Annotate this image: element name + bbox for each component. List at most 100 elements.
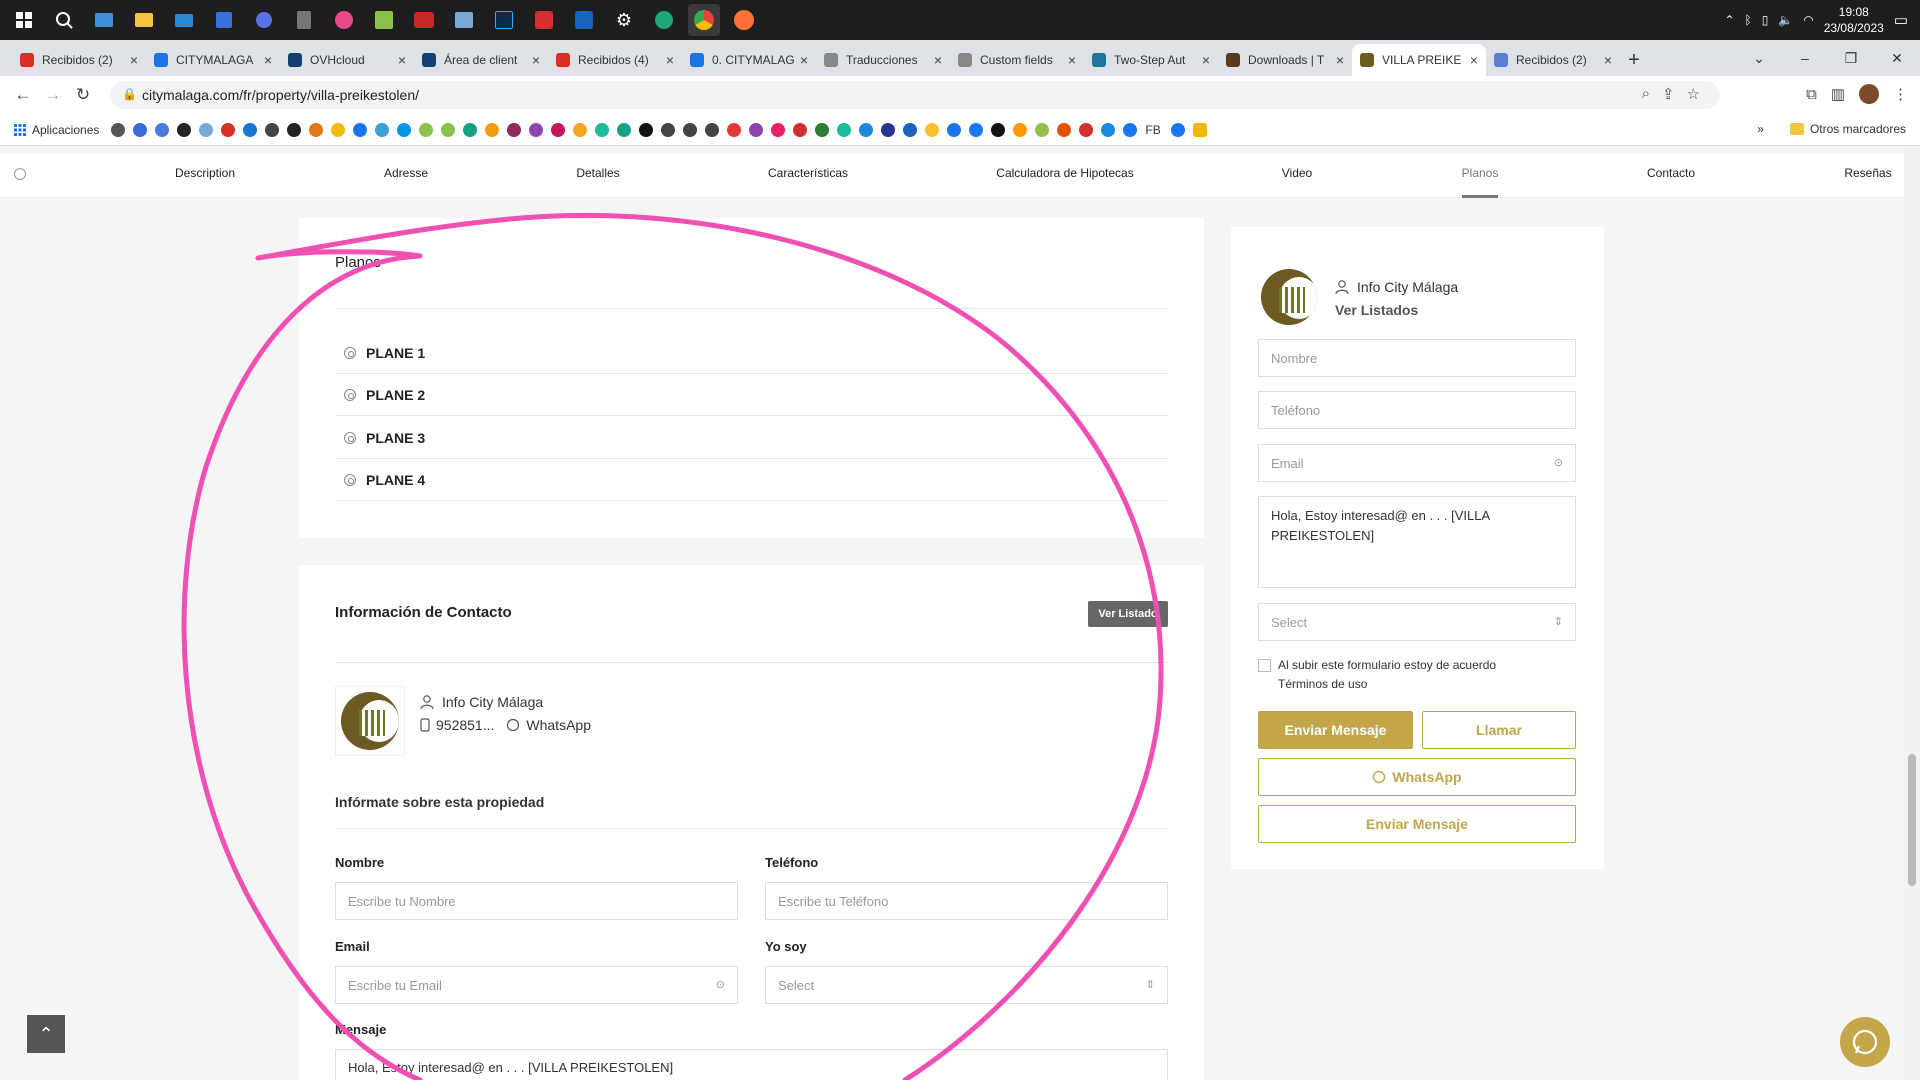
email-input[interactable]: Escribe tu Email ⊙ [335,966,738,1004]
sidebar-nombre-input[interactable]: Nombre [1258,339,1576,377]
reload-icon[interactable]: ↻ [68,80,98,110]
bookmark-favicon-icon[interactable] [573,122,588,137]
settings-gear-icon[interactable]: ⚙ [608,4,640,36]
nav-adresse[interactable]: Adresse [384,166,428,180]
plan-item[interactable]: PLANE 1 [336,332,1168,374]
zoom-icon[interactable]: ⌕ [1642,85,1650,103]
bookmark-favicon-icon[interactable] [771,122,786,137]
close-tab-icon[interactable]: × [1604,52,1612,68]
sidebar-select[interactable]: Select ⇕ [1258,603,1576,641]
nav-calculadora[interactable]: Calculadora de Hipotecas [996,166,1133,180]
store-icon[interactable] [208,4,240,36]
nombre-input[interactable]: Escribe tu Nombre [335,882,738,920]
browser-tab[interactable]: Custom fields × [950,44,1084,76]
close-tab-icon[interactable]: × [1068,52,1076,68]
ver-listado-button[interactable]: Ver Listado [1088,601,1168,627]
consent-checkbox[interactable] [1258,659,1271,672]
enviar-mensaje-button[interactable]: Enviar Mensaje [1258,711,1413,749]
bookmark-favicon-icon[interactable] [309,122,324,137]
back-icon[interactable]: ← [8,80,38,110]
browser-tab[interactable]: Two-Step Aut × [1084,44,1218,76]
bookmark-icon[interactable] [1192,122,1207,137]
bookmark-favicon-icon[interactable] [155,122,170,137]
nav-caracteristicas[interactable]: Características [768,166,848,180]
mensaje-textarea[interactable]: Hola, Estoy interesad@ en . . . [VILLA P… [335,1049,1168,1080]
target-icon[interactable] [14,168,26,180]
restore-icon[interactable]: ❐ [1828,40,1874,76]
sidebar-email-input[interactable]: Email ⊙ [1258,444,1576,482]
bookmark-favicon-icon[interactable] [221,122,236,137]
app-icon[interactable] [328,4,360,36]
bookmark-favicon-icon[interactable] [793,122,808,137]
nav-contacto[interactable]: Contacto [1647,166,1695,180]
other-bookmarks[interactable]: » Otros marcadores [1757,122,1906,136]
bookmark-favicon-icon[interactable] [243,122,258,137]
close-tab-icon[interactable]: × [934,52,942,68]
bookmark-favicon-icon[interactable] [375,122,390,137]
bluetooth-icon[interactable]: ᛒ [1745,13,1752,27]
bookmark-favicon-icon[interactable] [837,122,852,137]
bookmark-star-icon[interactable]: ☆ [1687,85,1700,103]
bookmark-favicon-icon[interactable] [815,122,830,137]
close-window-icon[interactable]: ✕ [1874,40,1920,76]
back-to-top-button[interactable]: ⌃ [27,1015,65,1053]
side-panel-icon[interactable]: ▥ [1831,85,1845,103]
share-icon[interactable]: ⇪ [1662,85,1675,103]
bookmark-favicon-icon[interactable] [551,122,566,137]
file-explorer-icon[interactable] [128,4,160,36]
agent-name[interactable]: Info City Málaga [442,694,543,710]
browser-tab[interactable]: Traducciones × [816,44,950,76]
terms-link[interactable]: Términos de uso [1278,677,1367,691]
sidebar-agent-logo[interactable] [1258,266,1320,328]
bookmark-favicon-icon[interactable] [265,122,280,137]
nav-resenas[interactable]: Reseñas [1844,166,1891,180]
nav-planos[interactable]: Planos [1462,166,1499,180]
ver-listados-link[interactable]: Ver Listados [1335,302,1418,318]
browser-tab[interactable]: Área de client × [414,44,548,76]
new-tab-button[interactable]: + [1620,44,1648,76]
bookmark-favicon-icon[interactable] [661,122,676,137]
browser-tab[interactable]: CITYMALAGA × [146,44,280,76]
close-tab-icon[interactable]: × [398,52,406,68]
calculator-icon[interactable] [288,4,320,36]
chrome-icon[interactable] [688,4,720,36]
browser-tab[interactable]: VILLA PREIKE × [1352,44,1486,76]
bookmark-favicon-icon[interactable] [1057,122,1072,137]
nav-video[interactable]: Video [1282,166,1312,180]
close-tab-icon[interactable]: × [666,52,674,68]
browser-tab[interactable]: Recibidos (2) × [12,44,146,76]
bookmark-favicon-icon[interactable] [199,122,214,137]
plan-item[interactable]: PLANE 2 [336,374,1168,416]
browser-tab[interactable]: Recibidos (2) × [1486,44,1620,76]
close-tab-icon[interactable]: × [1336,52,1344,68]
bookmark-favicon-icon[interactable] [925,122,940,137]
extensions-icon[interactable]: ⧉ [1806,86,1817,103]
app-icon[interactable] [568,4,600,36]
bookmark-favicon-icon[interactable] [683,122,698,137]
yosoy-select[interactable]: Select ⇕ [765,966,1168,1004]
task-view-icon[interactable] [88,4,120,36]
agent-whatsapp[interactable]: WhatsApp [526,717,591,733]
bookmark-favicon-icon[interactable] [397,122,412,137]
bookmark-favicon-icon[interactable] [749,122,764,137]
minimize-icon[interactable]: – [1782,40,1828,76]
bookmark-favicon-icon[interactable] [1079,122,1094,137]
plan-item[interactable]: PLANE 4 [336,459,1168,501]
bookmark-favicon-icon[interactable] [881,122,896,137]
bookmark-favicon-icon[interactable] [859,122,874,137]
agent-logo[interactable] [335,686,405,756]
system-clock[interactable]: 19:08 23/08/2023 [1824,4,1884,36]
bookmark-favicon-icon[interactable] [419,122,434,137]
bookmark-favicon-icon[interactable] [177,122,192,137]
bookmark-favicon-icon[interactable] [133,122,148,137]
cype-icon[interactable] [408,4,440,36]
app-icon[interactable] [448,4,480,36]
lock-icon[interactable]: 🔒 [122,87,137,101]
nav-description[interactable]: Description [175,166,235,180]
bookmark-favicon-icon[interactable] [463,122,478,137]
bookmark-favicon-icon[interactable] [111,122,126,137]
sidebar-agent-name[interactable]: Info City Málaga [1357,279,1458,295]
sidebar-message-textarea[interactable]: Hola, Estoy interesad@ en . . . [VILLA P… [1258,496,1576,588]
acrobat-icon[interactable] [528,4,560,36]
telefono-input[interactable]: Escribe tu Teléfono [765,882,1168,920]
